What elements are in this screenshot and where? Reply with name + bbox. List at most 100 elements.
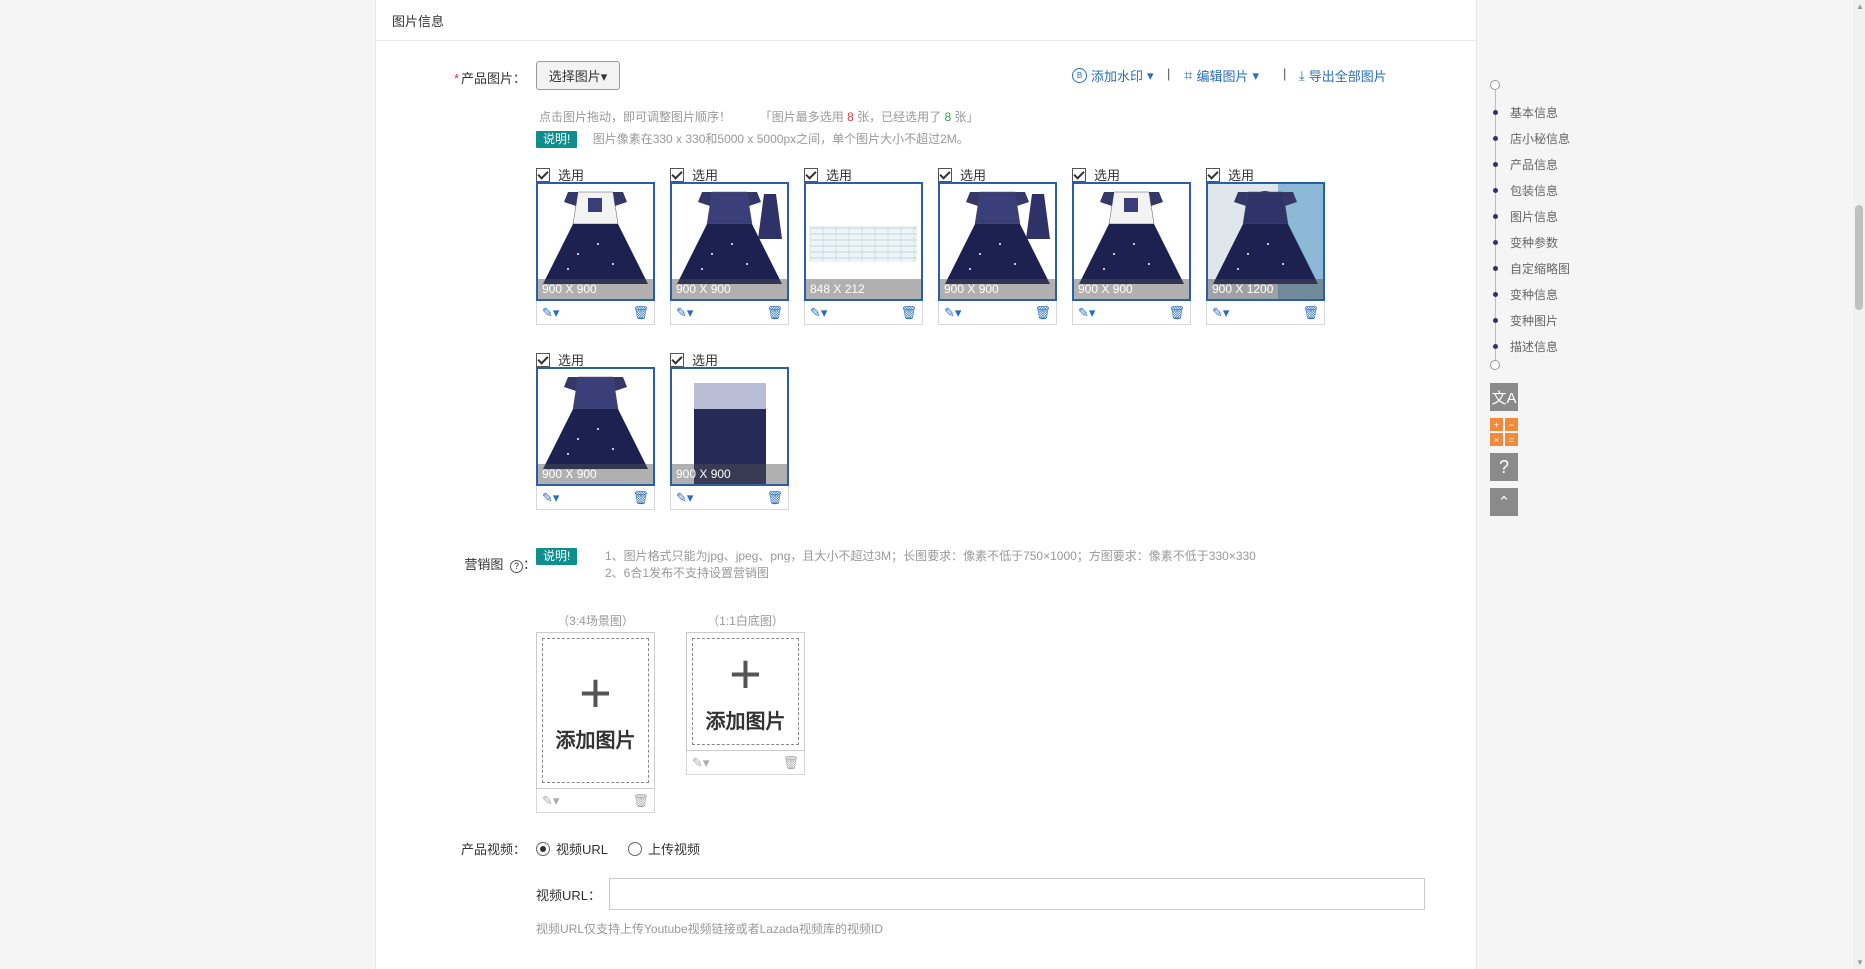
magic-wand-icon[interactable]: ✎▾: [676, 305, 693, 321]
image-size-note: 说明! 图片像素在330 x 330和5000 x 5000px之间，单个图片大…: [536, 130, 969, 148]
image-tools: ✎▾ 🗑: [670, 486, 789, 510]
product-image-thumbnail[interactable]: 900 X 900: [1072, 182, 1191, 301]
nav-dot: [1493, 344, 1498, 349]
scroll-down-icon[interactable]: ▼: [1856, 958, 1864, 967]
marketing-label: 营销图 ?：: [464, 557, 536, 573]
image-size-label: 900 X 900: [672, 464, 787, 484]
section-title: 图片信息: [392, 14, 445, 29]
upload-video-radio[interactable]: [628, 841, 643, 856]
calculator-icon[interactable]: + − × =: [1490, 418, 1518, 446]
magic-wand-icon[interactable]: ✎▾: [1212, 305, 1229, 321]
trash-icon[interactable]: 🗑: [1302, 305, 1319, 321]
white-bg-image-upload[interactable]: + 添加图片: [686, 632, 805, 751]
trash-icon[interactable]: 🗑: [632, 793, 649, 809]
product-image-thumbnail[interactable]: 900 X 900: [670, 367, 789, 486]
trash-icon[interactable]: 🗑: [900, 305, 917, 321]
image-tools: ✎▾ 🗑: [1072, 301, 1191, 325]
trash-icon[interactable]: 🗑: [782, 755, 799, 771]
video-url-radio[interactable]: [536, 841, 550, 856]
trash-icon[interactable]: 🗑: [632, 305, 649, 321]
chevron-down-icon: ▾: [1252, 67, 1259, 83]
image-size-label: 900 X 900: [940, 279, 1055, 299]
help-circle-icon[interactable]: ?: [509, 560, 523, 573]
nav-dot: [1493, 162, 1498, 167]
note-badge: 说明!: [536, 131, 578, 148]
checkbox-checked[interactable]: [670, 167, 684, 182]
nav-item[interactable]: 变种参数: [1490, 234, 1558, 251]
page-scrollbar[interactable]: ▲ ▼: [1853, 0, 1865, 969]
checkbox-checked[interactable]: [670, 352, 684, 367]
select-images-button[interactable]: 选择图片▾: [536, 61, 620, 90]
download-icon: ⤓: [1299, 67, 1305, 83]
scene-image-tools: ✎▾ 🗑: [536, 789, 655, 813]
trash-icon[interactable]: 🗑: [1034, 305, 1051, 321]
nav-item[interactable]: 产品信息: [1490, 156, 1558, 173]
back-to-top-icon[interactable]: ⌃: [1490, 488, 1518, 516]
nav-dot: [1493, 188, 1498, 193]
magic-wand-icon[interactable]: ✎▾: [676, 490, 693, 506]
image-tools: ✎▾ 🗑: [536, 486, 655, 510]
magic-wand-icon[interactable]: ✎▾: [542, 490, 559, 506]
image-size-label: 848 X 212: [806, 279, 921, 299]
nav-dot: [1493, 214, 1498, 219]
add-watermark-button[interactable]: B 添加水印 ▾: [1072, 66, 1154, 85]
product-image-thumbnail[interactable]: 900 X 900: [938, 182, 1057, 301]
product-form-panel: 图片信息 * 产品图片： 选择图片▾ B 添加水印 ▾ | ⌗ 编辑图片 ▾ | ⤓ …: [375, 0, 1477, 969]
nav-item[interactable]: 描述信息: [1490, 338, 1558, 355]
video-source-options: 视频URL 上传视频: [536, 839, 700, 858]
magic-wand-icon[interactable]: ✎▾: [944, 305, 961, 321]
nav-item[interactable]: 自定缩略图: [1490, 260, 1570, 277]
product-image-thumbnail[interactable]: 848 X 212: [804, 182, 923, 301]
white-bg-image-tools: ✎▾ 🗑: [686, 751, 805, 775]
used-image-count: 8: [944, 110, 952, 124]
video-url-label: 视频URL：: [536, 888, 602, 903]
nav-item[interactable]: 包装信息: [1490, 182, 1558, 199]
chevron-down-icon: ▾: [1147, 67, 1154, 83]
note-badge: 说明!: [536, 548, 578, 565]
scroll-thumb[interactable]: [1855, 205, 1863, 310]
scene-image-upload[interactable]: + 添加图片: [536, 632, 655, 789]
nav-item[interactable]: 变种信息: [1490, 286, 1558, 303]
nav-item[interactable]: 基本信息: [1490, 104, 1558, 121]
magic-wand-icon[interactable]: ✎▾: [692, 755, 709, 771]
section-header: 图片信息: [376, 0, 1476, 41]
image-tools: ✎▾ 🗑: [536, 301, 655, 325]
nav-dot: [1493, 292, 1498, 297]
checkbox-checked[interactable]: [1072, 167, 1086, 182]
white-bg-image-caption: （1:1白底图）: [707, 614, 784, 628]
toolbar-separator: |: [1283, 66, 1287, 81]
watermark-icon: B: [1072, 68, 1087, 83]
trash-icon[interactable]: 🗑: [1168, 305, 1185, 321]
nav-item[interactable]: 变种图片: [1490, 312, 1558, 329]
nav-item[interactable]: 店小秘信息: [1490, 130, 1570, 147]
trash-icon[interactable]: 🗑: [766, 490, 783, 506]
help-icon[interactable]: ?: [1490, 453, 1518, 481]
nav-item[interactable]: 图片信息: [1490, 208, 1558, 225]
trash-icon[interactable]: 🗑: [632, 490, 649, 506]
checkbox-checked[interactable]: [938, 167, 952, 182]
checkbox-checked[interactable]: [536, 167, 550, 182]
product-image-thumbnail[interactable]: 900 X 900: [536, 182, 655, 301]
magic-wand-icon[interactable]: ✎▾: [810, 305, 827, 321]
export-all-images-button[interactable]: ⤓ 导出全部图片: [1299, 66, 1387, 85]
checkbox-checked[interactable]: [536, 352, 550, 367]
scroll-up-icon[interactable]: ▲: [1856, 2, 1864, 11]
nav-dot: [1493, 240, 1498, 245]
image-tools: ✎▾ 🗑: [670, 301, 789, 325]
magic-wand-icon[interactable]: ✎▾: [542, 793, 559, 809]
magic-wand-icon[interactable]: ✎▾: [1078, 305, 1095, 321]
product-video-label: 产品视频：: [460, 842, 526, 857]
magic-wand-icon[interactable]: ✎▾: [542, 305, 559, 321]
product-image-thumbnail[interactable]: 900 X 900: [670, 182, 789, 301]
image-tools: ✎▾ 🗑: [938, 301, 1057, 325]
image-size-label: 900 X 900: [672, 279, 787, 299]
trash-icon[interactable]: 🗑: [766, 305, 783, 321]
product-image-thumbnail[interactable]: 900 X 1200: [1206, 182, 1325, 301]
translate-icon[interactable]: 文A: [1490, 383, 1518, 411]
video-url-hint: 视频URL仅支持上传Youtube视频链接或者Lazada视频库的视频ID: [536, 922, 883, 936]
product-image-thumbnail[interactable]: 900 X 900: [536, 367, 655, 486]
checkbox-checked[interactable]: [1206, 167, 1220, 182]
video-url-input[interactable]: [609, 878, 1425, 910]
edit-image-button[interactable]: ⌗ 编辑图片 ▾: [1184, 66, 1259, 85]
checkbox-checked[interactable]: [804, 167, 818, 182]
